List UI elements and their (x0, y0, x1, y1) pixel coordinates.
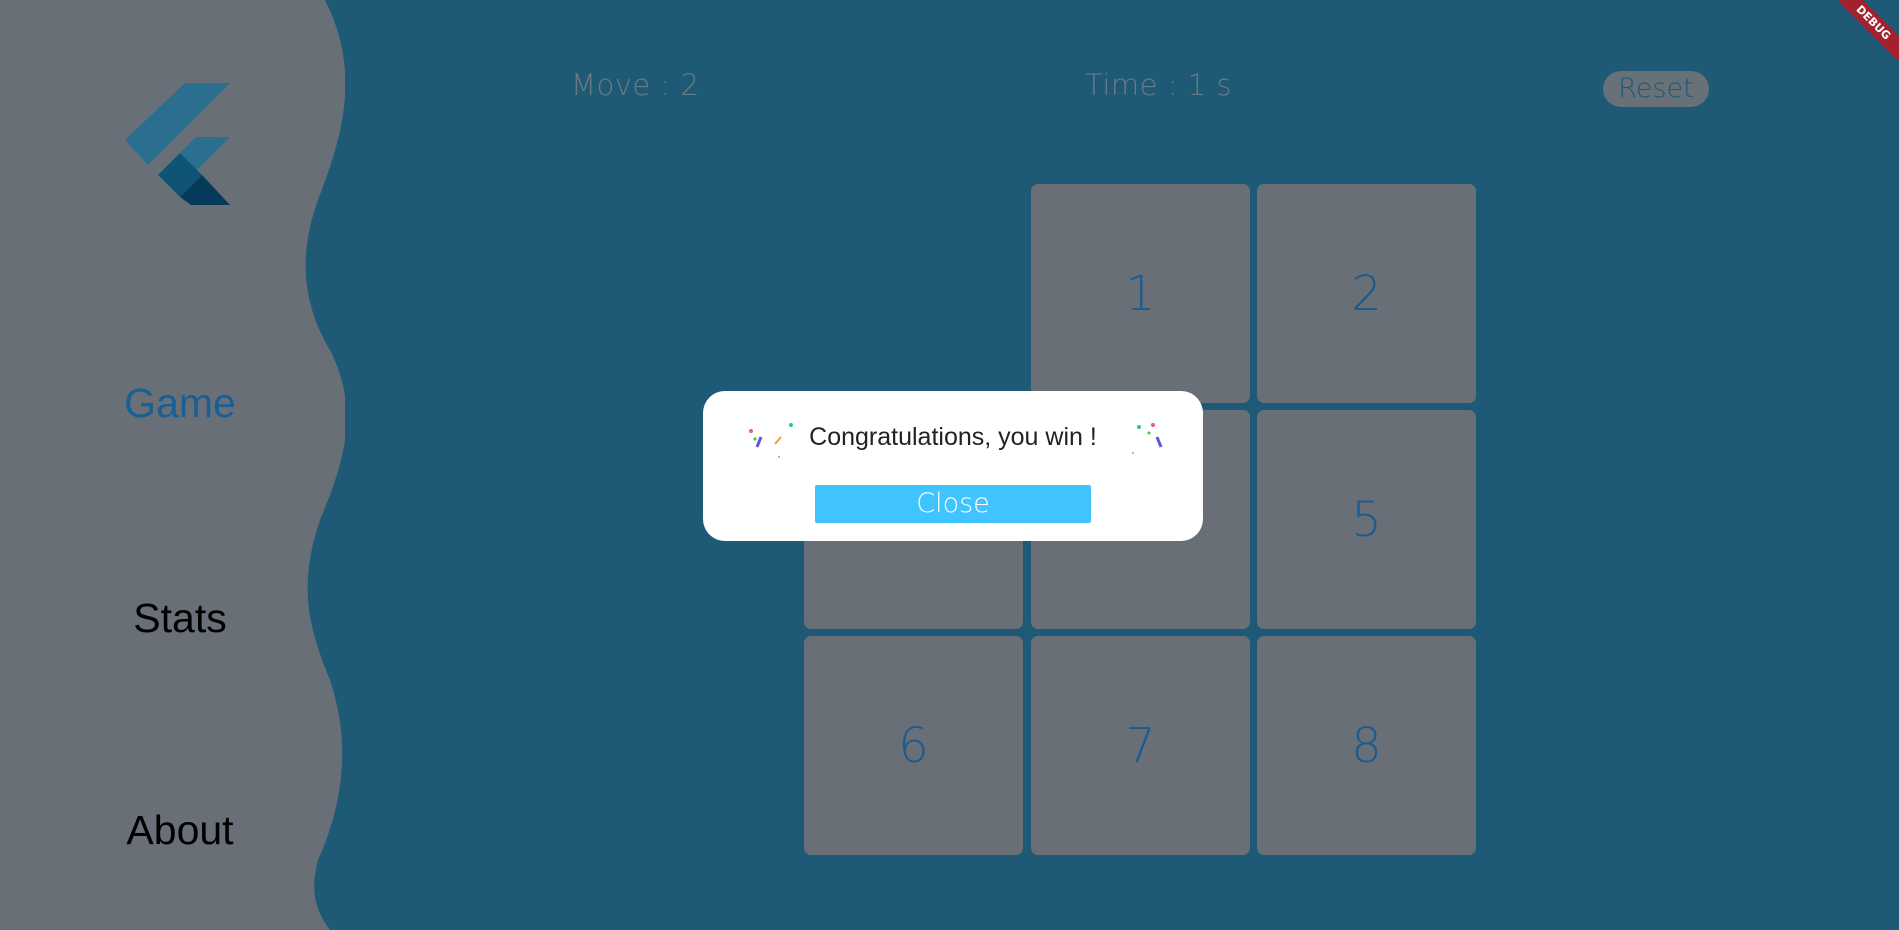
tile-2[interactable]: 2 (1257, 184, 1476, 403)
timer: Time : 1 s (1085, 68, 1232, 102)
tile-6[interactable]: 6 (804, 636, 1023, 855)
move-counter: Move : 2 (571, 68, 700, 102)
tile-1[interactable]: 1 (1031, 184, 1250, 403)
close-button[interactable]: Close (815, 485, 1091, 523)
debug-label: DEBUG (1839, 0, 1899, 60)
sidebar-item-stats[interactable]: Stats (0, 595, 360, 642)
sidebar: Game Stats About (0, 0, 345, 930)
reset-button[interactable]: Reset (1603, 71, 1709, 107)
dialog-message: Congratulations, you win ! (809, 423, 1097, 451)
win-dialog: Congratulations, you win ! Close (703, 391, 1203, 541)
tile-8[interactable]: 8 (1257, 636, 1476, 855)
sidebar-item-game[interactable]: Game (0, 380, 360, 427)
debug-banner: DEBUG (1839, 0, 1899, 60)
tile-5[interactable]: 5 (1257, 410, 1476, 629)
tile-7[interactable]: 7 (1031, 636, 1250, 855)
sidebar-item-about[interactable]: About (0, 807, 360, 854)
